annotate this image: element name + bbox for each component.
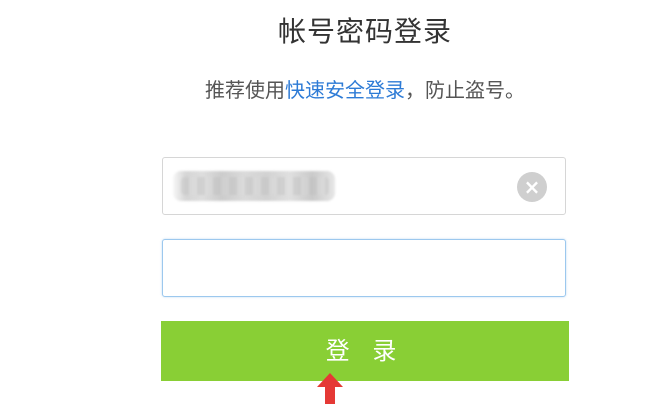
blurred-username-value (173, 171, 335, 201)
password-field[interactable] (162, 239, 566, 297)
login-page: 帐号密码登录 推荐使用快速安全登录，防止盗号。 × 登 录 (0, 0, 666, 404)
recommendation-prefix: 推荐使用 (205, 78, 285, 102)
page-title: 帐号密码登录 (277, 15, 452, 48)
recommendation-suffix: ，防止盗号。 (405, 78, 525, 102)
close-circle-icon[interactable]: × (517, 172, 547, 202)
red-arrow-up-icon (317, 373, 343, 404)
login-button[interactable]: 登 录 (161, 321, 569, 381)
quick-secure-login-link[interactable]: 快速安全登录 (285, 78, 405, 102)
password-input[interactable] (163, 240, 565, 296)
recommendation-text: 推荐使用快速安全登录，防止盗号。 (0, 74, 666, 103)
username-field[interactable]: × (162, 157, 566, 215)
